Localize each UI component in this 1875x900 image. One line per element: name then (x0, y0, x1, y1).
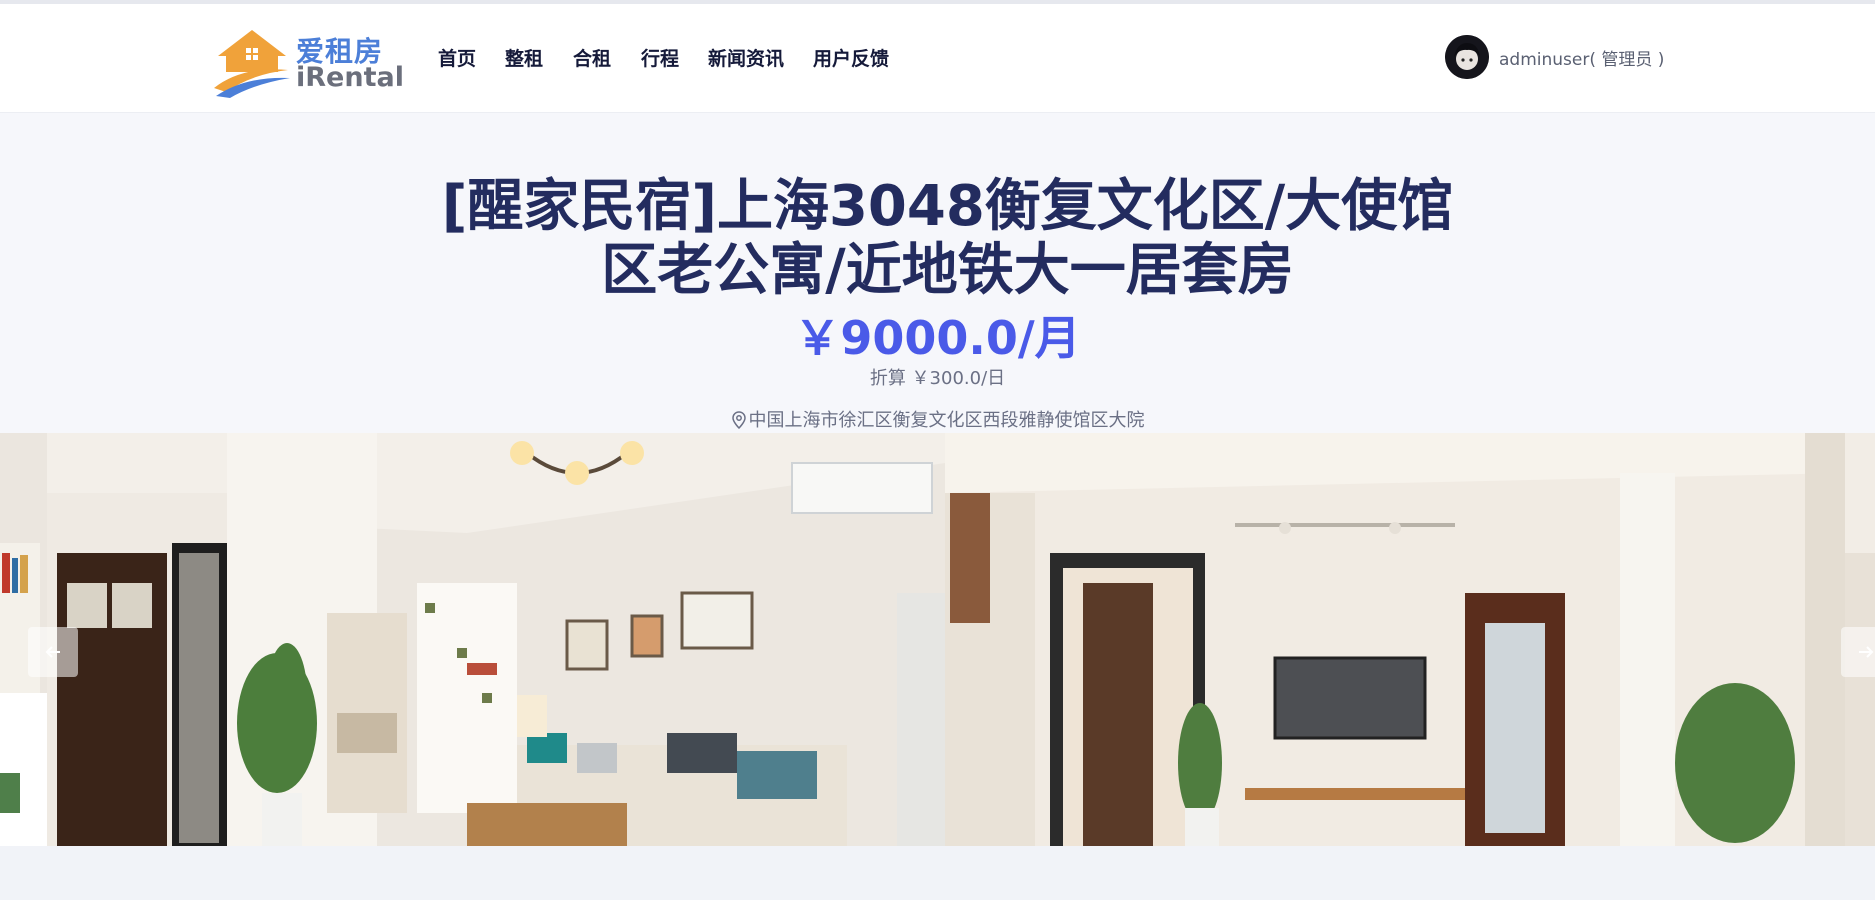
arrow-left-icon (45, 646, 60, 658)
listing-price: ￥9000.0/月 (794, 311, 1081, 365)
address-text: 中国上海市徐汇区衡复文化区西段雅静使馆区大院 (748, 410, 1145, 431)
nav-news[interactable]: 新闻资讯 (708, 44, 784, 71)
gallery-slide-living-room[interactable] (47, 433, 945, 846)
nav-whole-rent[interactable]: 整租 (505, 44, 543, 71)
arrow-right-icon (1859, 646, 1874, 658)
gallery-next-button[interactable] (1841, 627, 1875, 677)
brand-name-en: iRental (296, 62, 404, 93)
listing-address: 中国上海市徐汇区衡复文化区西段雅静使馆区大院 (0, 406, 1875, 432)
listing-title: [醒家民宿]上海3048衡复文化区/大使馆区老公寓/近地铁大一居套房 (441, 174, 1454, 303)
navbar: 爱租房 iRental 首页 整租 合租 行程 新闻资讯 用户反馈 adminu… (0, 4, 1875, 113)
location-pin-icon (731, 411, 746, 430)
nav-trips[interactable]: 行程 (641, 44, 679, 71)
listing-daily-price: 折算 ￥300.0/日 (869, 368, 1006, 389)
living-room-photo (47, 433, 945, 846)
brand-logo[interactable]: 爱租房 iRental (212, 26, 404, 98)
nav-feedback[interactable]: 用户反馈 (813, 44, 889, 71)
user-avatar-icon (1445, 35, 1489, 79)
nav-shared-rent[interactable]: 合租 (573, 44, 611, 71)
tv-room-photo (945, 433, 1845, 846)
nav-home[interactable]: 首页 (438, 44, 476, 71)
avatar (1445, 35, 1489, 79)
house-logo-icon (214, 30, 290, 98)
gallery-prev-button[interactable] (28, 627, 78, 677)
user-menu[interactable]: adminuser( 管理员 ) (1445, 34, 1664, 80)
gallery-slide-tv-room[interactable] (945, 433, 1845, 846)
user-name: adminuser( 管理员 ) (1499, 49, 1665, 70)
photo-gallery (0, 433, 1875, 846)
content-area (0, 846, 1875, 900)
